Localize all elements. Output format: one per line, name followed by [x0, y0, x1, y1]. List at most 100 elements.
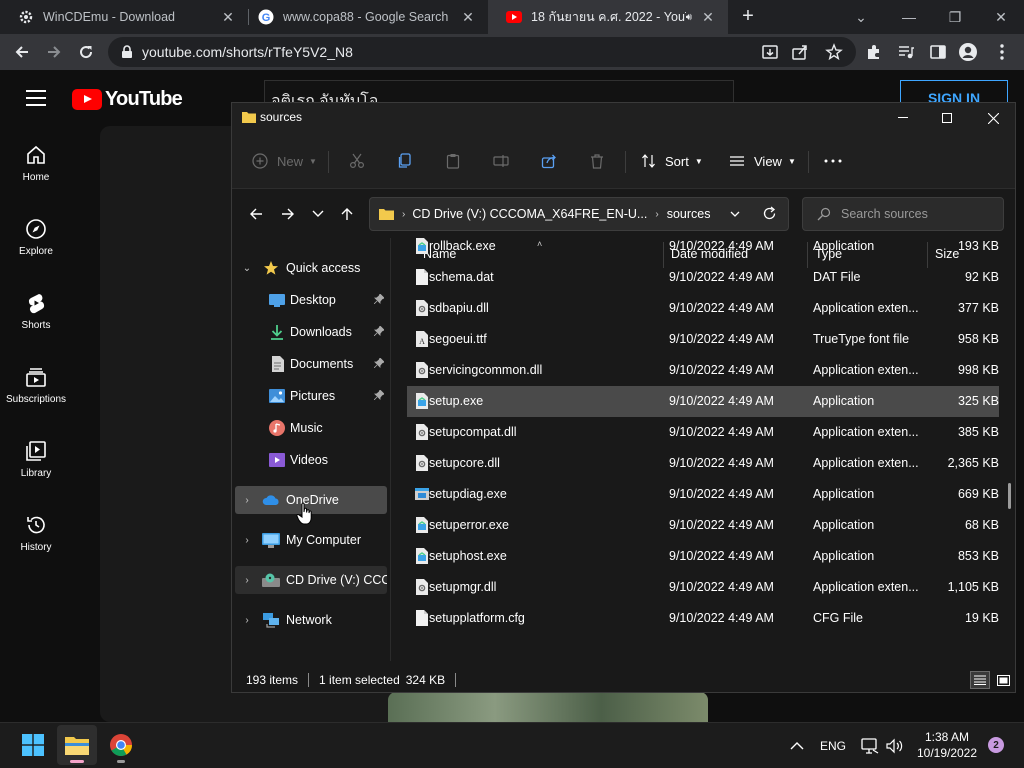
- chevron-down-icon[interactable]: [730, 207, 740, 221]
- see-more-button[interactable]: [824, 149, 842, 173]
- close-window-button[interactable]: [970, 103, 1016, 133]
- notification-badge[interactable]: 2: [988, 737, 1004, 753]
- tab-google-search[interactable]: G www.copa88 - Google Search ✕: [240, 0, 488, 34]
- chevron-right-icon[interactable]: ›: [240, 495, 254, 506]
- file-row[interactable]: Asegoeui.ttf 9/10/2022 4:49 AM TrueType fo…: [407, 324, 999, 355]
- profile-avatar[interactable]: [958, 42, 978, 62]
- details-view-icon[interactable]: [970, 671, 990, 689]
- tab-youtube[interactable]: 18 กันยายน ค.ศ. 2022 - YouTube 🔊︎ ✕: [488, 0, 728, 34]
- sidebar-item-subscriptions[interactable]: Subscriptions: [0, 348, 72, 422]
- refresh-icon[interactable]: [762, 206, 777, 224]
- forward-button[interactable]: [41, 39, 67, 65]
- file-row[interactable]: setuperror.exe 9/10/2022 4:49 AM Applicati…: [407, 510, 999, 541]
- forward-button[interactable]: [275, 201, 301, 227]
- cut-button[interactable]: [349, 149, 365, 173]
- input-language[interactable]: ENG: [820, 723, 846, 768]
- nav-quick-access[interactable]: ⌄ Quick access: [235, 254, 387, 282]
- chevron-right-icon[interactable]: ›: [240, 535, 254, 546]
- sort-button[interactable]: Sort ▼: [641, 149, 703, 173]
- side-panel-icon[interactable]: [928, 42, 948, 62]
- share-icon[interactable]: [790, 42, 810, 62]
- tiles-view-icon[interactable]: [994, 671, 1012, 689]
- view-button[interactable]: View ▼: [729, 149, 796, 173]
- close-icon[interactable]: ✕: [218, 9, 238, 26]
- volume-icon[interactable]: [886, 723, 904, 768]
- paste-button[interactable]: [445, 149, 461, 173]
- file-row[interactable]: sdbapiu.dll 9/10/2022 4:49 AM Application …: [407, 293, 999, 324]
- recent-locations-button[interactable]: [305, 201, 331, 227]
- file-row[interactable]: setupmgr.dll 9/10/2022 4:49 AM Application…: [407, 572, 999, 603]
- show-hidden-icons-button[interactable]: [790, 723, 804, 768]
- sidebar-item-history[interactable]: History: [0, 496, 72, 570]
- breadcrumb-folder[interactable]: sources: [667, 207, 711, 221]
- taskbar-file-explorer[interactable]: [57, 725, 97, 765]
- media-control-icon[interactable]: [896, 42, 916, 62]
- audio-playing-icon[interactable]: 🔊︎: [686, 12, 692, 23]
- reload-button[interactable]: [73, 39, 99, 65]
- sidebar-item-library[interactable]: Library: [0, 422, 72, 496]
- nav-cd-drive[interactable]: › CD Drive (V:) CCCOMA_X64FRE_EN-US_DV9: [235, 566, 387, 594]
- sidebar-item-explore[interactable]: Explore: [0, 200, 72, 274]
- youtube-logo[interactable]: YouTube: [72, 88, 183, 111]
- nav-videos[interactable]: Videos: [235, 446, 387, 474]
- search-sources-input[interactable]: Search sources: [802, 197, 1004, 231]
- sidebar-item-home[interactable]: Home: [0, 126, 72, 200]
- file-exe-icon: [415, 548, 429, 564]
- file-row[interactable]: servicingcommon.dll 9/10/2022 4:49 AM Appl…: [407, 355, 999, 386]
- minimize-button[interactable]: —: [886, 0, 932, 34]
- file-row[interactable]: rollback.exe 9/10/2022 4:49 AM Application…: [407, 238, 999, 262]
- nav-desktop[interactable]: Desktop: [235, 286, 387, 314]
- tab-search-icon[interactable]: ⌄: [838, 0, 884, 34]
- delete-button[interactable]: [589, 149, 605, 173]
- chevron-right-icon[interactable]: ›: [240, 615, 254, 626]
- rename-button[interactable]: [493, 149, 509, 173]
- up-button[interactable]: [334, 201, 360, 227]
- share-button[interactable]: [541, 149, 557, 173]
- new-tab-button[interactable]: +: [736, 5, 760, 29]
- back-button[interactable]: [243, 201, 269, 227]
- explorer-title-bar[interactable]: sources: [232, 103, 1015, 133]
- file-size: 92 KB: [964, 270, 999, 284]
- scrollbar-thumb[interactable]: [1008, 483, 1011, 509]
- start-button[interactable]: [13, 725, 53, 765]
- hamburger-menu-icon[interactable]: [26, 90, 46, 106]
- breadcrumb-drive[interactable]: CD Drive (V:) CCCOMA_X64FRE_EN-U...: [412, 207, 647, 221]
- close-icon[interactable]: ✕: [458, 9, 478, 26]
- file-row[interactable]: setupcore.dll 9/10/2022 4:49 AM Applicatio…: [407, 448, 999, 479]
- file-row[interactable]: setupcompat.dll 9/10/2022 4:49 AM Applicat…: [407, 417, 999, 448]
- nav-my-computer[interactable]: › My Computer: [235, 526, 387, 554]
- menu-kebab-icon[interactable]: [992, 42, 1012, 62]
- extensions-icon[interactable]: [864, 42, 884, 62]
- minimize-button[interactable]: [880, 103, 926, 133]
- nav-pictures[interactable]: Pictures: [235, 382, 387, 410]
- nav-network[interactable]: › Network: [235, 606, 387, 634]
- chevron-down-icon[interactable]: ⌄: [240, 263, 254, 274]
- sidebar-item-shorts[interactable]: Shorts: [0, 274, 72, 348]
- file-row[interactable]: setuphost.exe 9/10/2022 4:49 AM Applicatio…: [407, 541, 999, 572]
- close-window-button[interactable]: ✕: [978, 0, 1024, 34]
- install-icon[interactable]: [760, 42, 780, 62]
- chevron-right-icon[interactable]: ›: [240, 575, 254, 586]
- taskbar-chrome[interactable]: [101, 725, 141, 765]
- path-bar[interactable]: › CD Drive (V:) CCCOMA_X64FRE_EN-U... › …: [369, 197, 789, 231]
- address-bar[interactable]: youtube.com/shorts/rTfeY5V2_N8: [108, 37, 856, 67]
- file-row[interactable]: setup.exe 9/10/2022 4:49 AM Application 325…: [407, 386, 999, 417]
- back-button[interactable]: [9, 39, 35, 65]
- network-status-icon[interactable]: [861, 723, 879, 768]
- bookmark-star-icon[interactable]: [824, 42, 844, 62]
- file-row[interactable]: schema.dat 9/10/2022 4:49 AM DAT File 92 KB: [407, 262, 999, 293]
- file-row[interactable]: setupplatform.cfg 9/10/2022 4:49 AM CFG Fi…: [407, 603, 999, 634]
- system-clock[interactable]: 1:38 AM 10/19/2022: [914, 729, 980, 761]
- tab-wincdemu[interactable]: WinCDEmu - Download ✕: [0, 0, 248, 34]
- scissors-icon: [349, 153, 365, 169]
- copy-button[interactable]: [397, 149, 413, 173]
- nav-documents[interactable]: Documents: [235, 350, 387, 378]
- nav-downloads[interactable]: Downloads: [235, 318, 387, 346]
- video-thumbnail[interactable]: [388, 692, 708, 722]
- file-row[interactable]: setupdiag.exe 9/10/2022 4:49 AM Applicatio…: [407, 479, 999, 510]
- nav-music[interactable]: Music: [235, 414, 387, 442]
- maximize-button[interactable]: [924, 103, 970, 133]
- new-button[interactable]: New ▼: [252, 149, 317, 173]
- restore-button[interactable]: ❐: [932, 0, 978, 34]
- close-icon[interactable]: ✕: [698, 9, 718, 26]
